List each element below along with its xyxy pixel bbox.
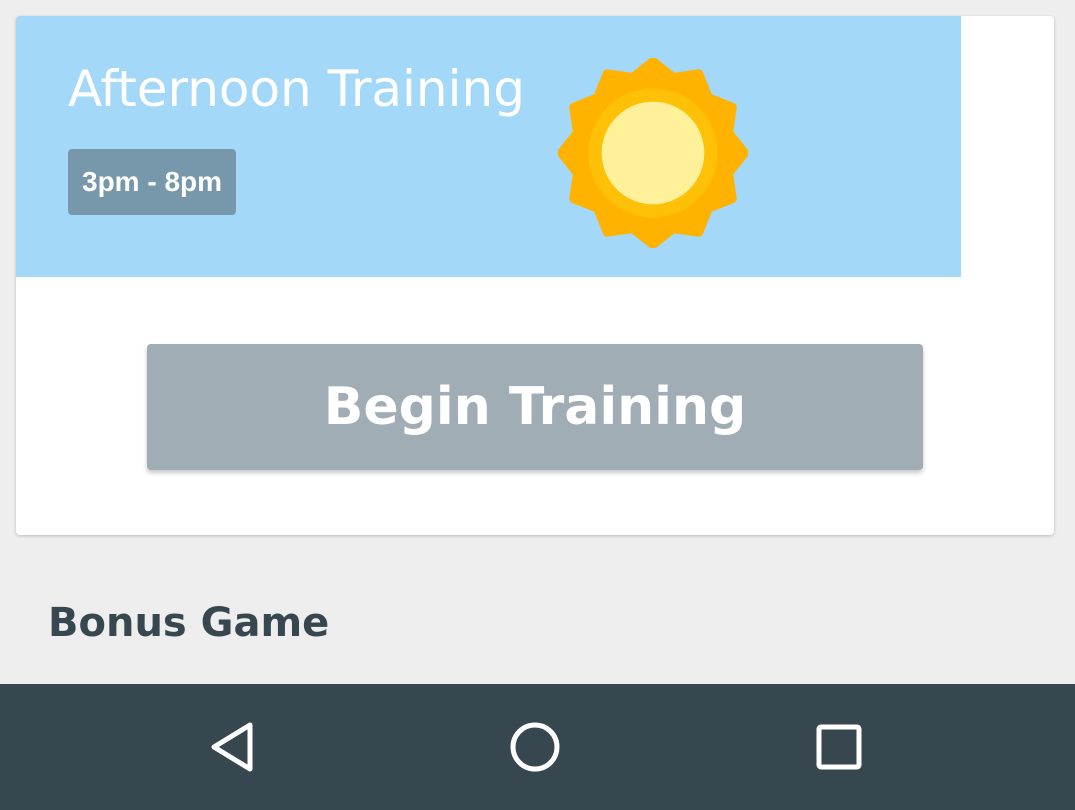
home-circle-icon <box>510 722 560 772</box>
system-navigation-bar <box>0 684 1075 810</box>
begin-training-button[interactable]: Begin Training <box>147 344 923 470</box>
home-button[interactable] <box>505 717 565 777</box>
training-banner: Afternoon Training 3pm - 8pm <box>16 16 961 277</box>
bonus-game-heading: Bonus Game <box>48 600 330 646</box>
back-triangle-icon <box>211 722 253 772</box>
time-range-badge: 3pm - 8pm <box>68 149 237 215</box>
screen: Afternoon Training 3pm - 8pm Begin Train… <box>0 0 1075 810</box>
back-button[interactable] <box>202 717 262 777</box>
recents-square-icon <box>816 724 862 770</box>
recents-button[interactable] <box>809 717 869 777</box>
training-card: Afternoon Training 3pm - 8pm Begin Train… <box>16 16 1054 535</box>
sun-icon <box>558 58 748 248</box>
training-title: Afternoon Training <box>68 60 525 118</box>
